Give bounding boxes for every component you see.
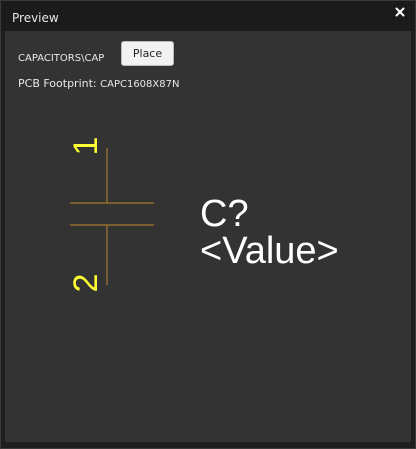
- close-button[interactable]: [391, 3, 409, 21]
- value-label: <Value>: [200, 230, 339, 272]
- preview-canvas: CAPACITORS\CAP Place PCB Footprint: CAPC…: [5, 31, 411, 442]
- title-bar: Preview: [1, 1, 415, 31]
- designator-label: C?: [200, 193, 249, 235]
- window-title: Preview: [12, 11, 59, 25]
- close-icon: [395, 7, 405, 17]
- pin1-number: 1: [67, 137, 105, 156]
- pin2-number: 2: [67, 274, 105, 293]
- preview-window: Preview CAPACITORS\CAP Place PCB Footpri…: [0, 0, 416, 449]
